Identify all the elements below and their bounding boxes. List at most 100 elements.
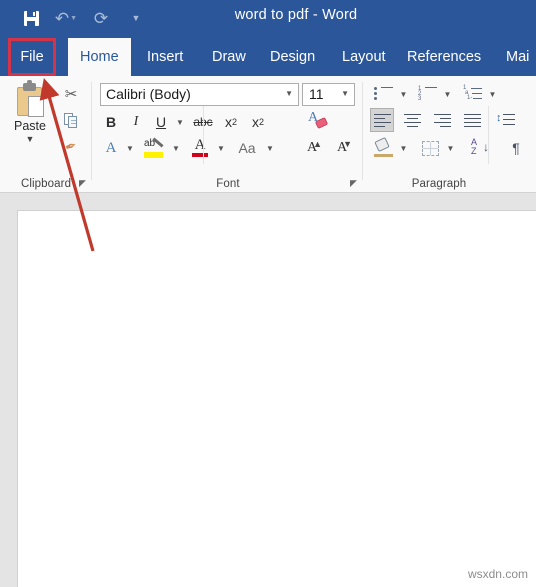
- copy-icon: [63, 112, 79, 128]
- align-right-button[interactable]: [430, 108, 454, 132]
- justify-icon: [463, 113, 481, 127]
- paste-icon: [15, 80, 45, 117]
- font-color-button[interactable]: A: [188, 136, 212, 160]
- borders-button[interactable]: [418, 136, 442, 160]
- ribbon-group-paragraph: ▼ 123 ▼ 1 a 1- ▼ ↕ ▼ ▼ A Z ↓ ¶ Paragraph: [364, 76, 536, 193]
- superscript-base: x: [251, 114, 259, 130]
- watermark: wsxdn.com: [467, 567, 528, 581]
- clear-formatting-icon: A: [308, 110, 329, 132]
- align-center-button[interactable]: [400, 108, 424, 132]
- bullet-list-icon: [374, 86, 394, 102]
- paste-label: Paste: [14, 119, 46, 133]
- highlight-dropdown-icon[interactable]: ▼: [169, 136, 183, 160]
- tab-layout[interactable]: Layout: [330, 38, 398, 76]
- font-group-label: Font: [216, 178, 240, 190]
- font-dialog-launcher-icon[interactable]: ◤: [348, 178, 359, 189]
- ribbon-group-clipboard: Paste ▼ ✂ ✒ Clipboard ◤: [0, 76, 92, 193]
- sort-icon: A Z ↓: [471, 137, 489, 156]
- tab-draw[interactable]: Draw: [200, 38, 258, 76]
- font-color-letter: A: [194, 137, 206, 153]
- numbered-list-icon: 123: [418, 86, 438, 102]
- ribbon-group-font: Calibri (Body) ▼ 11 ▼ B I U ▼ abc x2 x2 …: [93, 76, 363, 193]
- format-painter-button[interactable]: ✒: [58, 134, 84, 158]
- shading-icon: [373, 136, 393, 157]
- document-area[interactable]: [0, 193, 536, 587]
- multilevel-list-icon: 1 a 1-: [463, 85, 483, 102]
- text-effects-dropdown-icon[interactable]: ▼: [123, 136, 137, 160]
- group-divider: [91, 82, 92, 180]
- pilcrow-icon: ¶: [512, 140, 520, 156]
- font-color-dropdown-icon[interactable]: ▼: [214, 136, 228, 160]
- cut-button[interactable]: ✂: [58, 82, 84, 106]
- numbering-dropdown-icon[interactable]: ▼: [441, 82, 454, 106]
- tab-home[interactable]: Home: [68, 38, 131, 76]
- text-effects-icon: A: [105, 139, 117, 156]
- change-case-dropdown-icon[interactable]: ▼: [263, 136, 277, 160]
- clear-formatting-button[interactable]: A: [305, 110, 331, 134]
- window-title: word to pdf - Word: [234, 7, 358, 23]
- sort-bottom-letter: Z: [471, 146, 477, 156]
- font-size-input[interactable]: 11 ▼: [302, 83, 355, 106]
- align-left-icon: [373, 113, 391, 127]
- chevron-down-icon[interactable]: ▼: [285, 89, 293, 98]
- grow-font-icon: A ▲: [306, 139, 322, 155]
- superscript-button[interactable]: x2: [246, 110, 270, 134]
- align-right-icon: [433, 113, 451, 127]
- chevron-down-icon[interactable]: ▼: [341, 89, 349, 98]
- document-page[interactable]: [17, 210, 536, 587]
- group-divider: [362, 82, 363, 180]
- bullets-dropdown-icon[interactable]: ▼: [397, 82, 410, 106]
- copy-button[interactable]: [58, 108, 84, 132]
- word-window: ↶ ▼ ⟳ ▼ word to pdf - Word File Home Ins…: [0, 0, 536, 587]
- underline-dropdown-icon[interactable]: ▼: [173, 110, 187, 134]
- shrink-font-button[interactable]: A ▼: [329, 136, 355, 160]
- font-name-value: Calibri (Body): [106, 86, 191, 102]
- line-spacing-button[interactable]: ↕: [494, 108, 518, 132]
- bold-button[interactable]: B: [100, 110, 122, 134]
- multilevel-list-button[interactable]: 1 a 1-: [460, 82, 486, 106]
- font-color-icon: A: [191, 137, 209, 158]
- borders-icon: [421, 140, 439, 156]
- shading-button[interactable]: [370, 136, 396, 160]
- ribbon: Paste ▼ ✂ ✒ Clipboard ◤ Calibri (Body) ▼…: [0, 76, 536, 193]
- align-left-button[interactable]: [370, 108, 394, 132]
- shading-dropdown-icon[interactable]: ▼: [397, 136, 410, 160]
- tab-file[interactable]: File: [8, 38, 56, 76]
- change-case-button[interactable]: Aa: [233, 136, 261, 160]
- font-size-value: 11: [309, 86, 324, 102]
- chevron-down-icon[interactable]: ▼: [26, 134, 35, 144]
- subscript-base: x: [224, 114, 232, 130]
- subscript-button[interactable]: x2: [219, 110, 243, 134]
- font-name-input[interactable]: Calibri (Body) ▼: [100, 83, 299, 106]
- show-hide-marks-button[interactable]: ¶: [504, 136, 528, 160]
- tab-insert[interactable]: Insert: [135, 38, 195, 76]
- multilevel-dropdown-icon[interactable]: ▼: [486, 82, 499, 106]
- line-spacing-icon: ↕: [496, 112, 516, 128]
- align-center-icon: [403, 113, 421, 127]
- tab-references[interactable]: References: [395, 38, 493, 76]
- numbering-button[interactable]: 123: [416, 82, 440, 106]
- clipboard-dialog-launcher-icon[interactable]: ◤: [77, 178, 88, 189]
- paste-button[interactable]: Paste ▼: [6, 80, 54, 166]
- italic-button[interactable]: I: [125, 110, 147, 134]
- ribbon-tab-strip: File Home Insert Draw Design Layout Refe…: [0, 38, 536, 76]
- paintbrush-icon: ✒: [62, 136, 80, 156]
- subscript-value: 2: [231, 117, 237, 127]
- group-divider: [203, 106, 204, 164]
- borders-dropdown-icon[interactable]: ▼: [444, 136, 457, 160]
- highlighter-icon: ab: [143, 137, 165, 158]
- text-highlight-color-button[interactable]: ab: [141, 136, 167, 160]
- shrink-font-icon: A ▼: [336, 139, 352, 155]
- tab-mailings[interactable]: Mai: [494, 38, 536, 76]
- justify-button[interactable]: [460, 108, 484, 132]
- superscript-value: 2: [258, 117, 264, 127]
- bullets-button[interactable]: [372, 82, 396, 106]
- paragraph-group-label: Paragraph: [411, 178, 467, 190]
- text-effects-button[interactable]: A: [100, 136, 122, 160]
- scissors-icon: ✂: [64, 86, 78, 103]
- title-bar: ↶ ▼ ⟳ ▼ word to pdf - Word: [0, 0, 536, 38]
- grow-font-button[interactable]: A ▲: [299, 136, 325, 160]
- underline-button[interactable]: U: [150, 110, 172, 134]
- tab-design[interactable]: Design: [258, 38, 327, 76]
- group-divider: [488, 106, 489, 164]
